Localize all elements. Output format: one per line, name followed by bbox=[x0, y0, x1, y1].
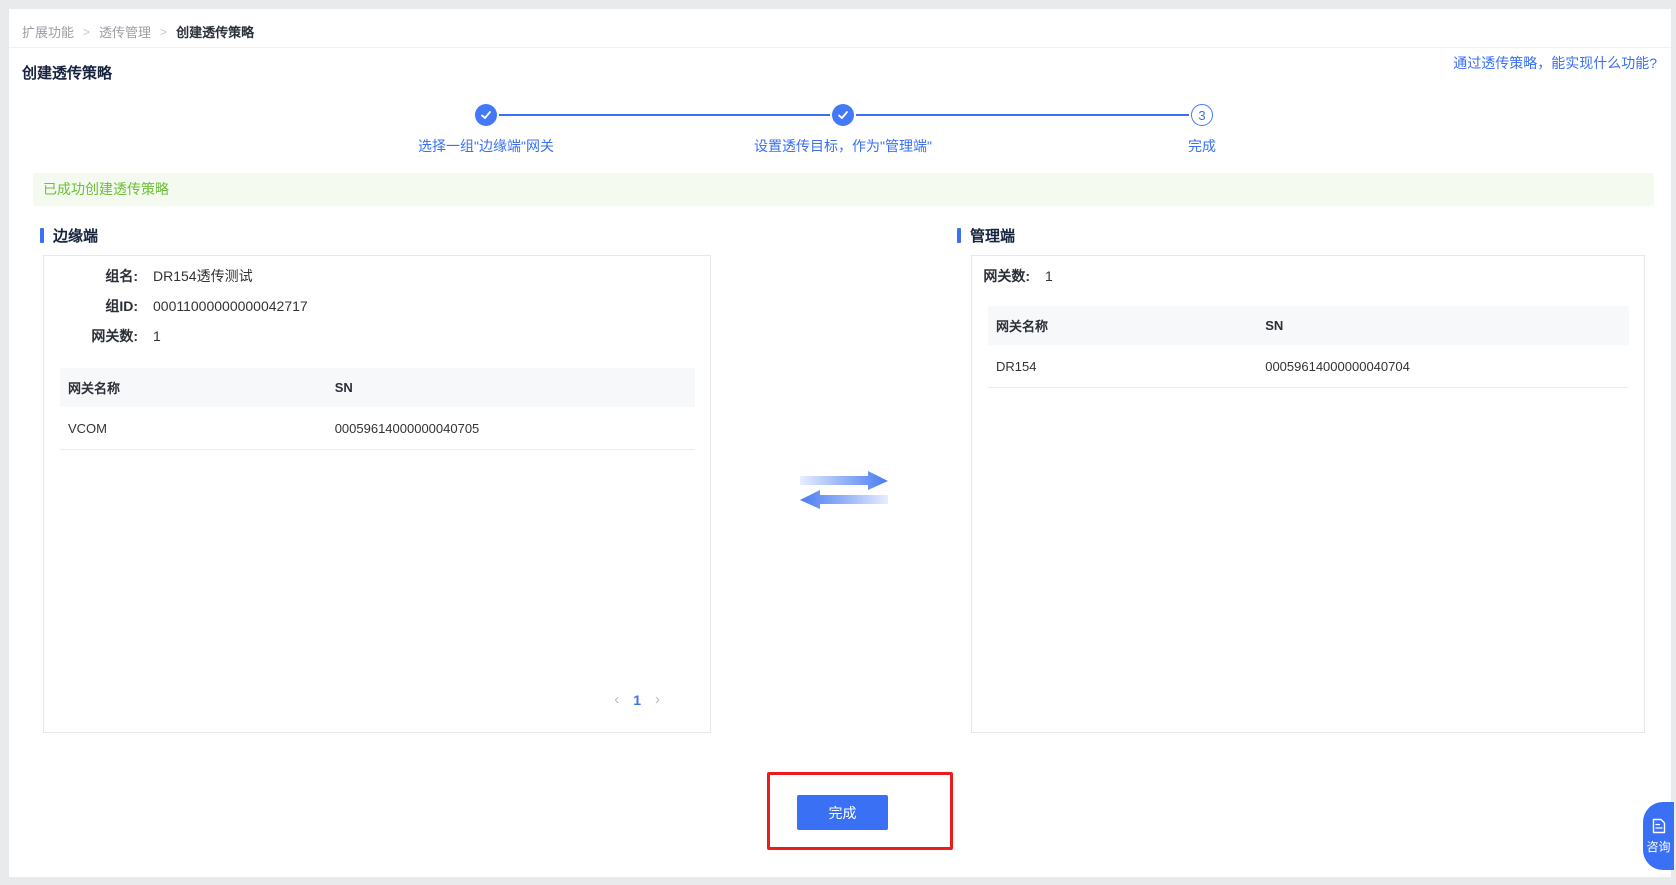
title-accent-bar bbox=[40, 228, 44, 243]
step-3-label: 完成 bbox=[1188, 136, 1216, 156]
breadcrumb-item-extensions[interactable]: 扩展功能 bbox=[22, 22, 74, 41]
table-row: VCOM 00059614000000040705 bbox=[60, 407, 695, 450]
edge-panel: 组名: DR154透传测试 组ID: 00011000000000042717 … bbox=[43, 255, 711, 733]
mgmt-panel-fields: 网关数: 1 bbox=[972, 256, 1644, 291]
field-gateway-count: 网关数: 1 bbox=[44, 321, 710, 351]
finish-button[interactable]: 完成 bbox=[797, 795, 888, 830]
col-gateway-name: 网关名称 bbox=[60, 378, 327, 397]
consult-float-button[interactable]: 咨询 bbox=[1643, 802, 1674, 870]
gateway-count-value: 1 bbox=[153, 328, 161, 344]
edge-gateway-table: 网关名称 SN VCOM 00059614000000040705 bbox=[60, 368, 695, 450]
step-2-done-icon bbox=[832, 104, 854, 126]
mgmt-panel: 网关数: 1 网关名称 SN DR154 0005961400000004070… bbox=[971, 255, 1645, 733]
step-3-number-icon: 3 bbox=[1191, 104, 1213, 126]
mgmt-section-title: 管理端 bbox=[957, 225, 1015, 246]
pagination-page-1[interactable]: 1 bbox=[633, 692, 641, 708]
pagination-prev-icon[interactable]: ‹ bbox=[614, 691, 619, 708]
group-id-label: 组ID: bbox=[44, 296, 138, 316]
breadcrumb: 扩展功能 > 透传管理 > 创建透传策略 bbox=[22, 22, 254, 41]
gateway-count-label: 网关数: bbox=[44, 326, 138, 346]
step-3-number: 3 bbox=[1198, 108, 1205, 123]
app-root: { "breadcrumb": { "separator": ">", "ite… bbox=[0, 0, 1676, 885]
consult-label: 咨询 bbox=[1646, 838, 1670, 855]
stepper-connector bbox=[499, 114, 830, 116]
step-1-done-icon bbox=[475, 104, 497, 126]
edge-section-title-text: 边缘端 bbox=[53, 225, 98, 246]
field-gateway-count: 网关数: 1 bbox=[972, 261, 1644, 291]
group-id-value: 00011000000000042717 bbox=[153, 298, 308, 314]
main-content: 扩展功能 > 透传管理 > 创建透传策略 创建透传策略 通过透传策略，能实现什么… bbox=[9, 9, 1671, 877]
stepper-connector bbox=[856, 114, 1189, 116]
gateway-name-cell: VCOM bbox=[60, 421, 327, 436]
gateway-count-label: 网关数: bbox=[972, 266, 1030, 286]
field-group-name: 组名: DR154透传测试 bbox=[44, 261, 710, 291]
table-row: DR154 00059614000000040704 bbox=[988, 345, 1629, 388]
gateway-sn-cell: 00059614000000040705 bbox=[327, 421, 695, 436]
pagination-next-icon[interactable]: › bbox=[655, 691, 660, 708]
gateway-sn-cell: 00059614000000040704 bbox=[1257, 359, 1629, 374]
check-icon bbox=[480, 109, 492, 121]
table-header-row: 网关名称 SN bbox=[988, 306, 1629, 345]
check-icon bbox=[837, 109, 849, 121]
header-divider bbox=[9, 47, 1671, 48]
mgmt-gateway-table: 网关名称 SN DR154 00059614000000040704 bbox=[988, 306, 1629, 388]
page-title: 创建透传策略 bbox=[22, 62, 112, 83]
transfer-arrows-icon bbox=[800, 469, 888, 511]
group-name-label: 组名: bbox=[44, 266, 138, 286]
document-icon bbox=[1651, 818, 1667, 834]
breadcrumb-item-passthrough-mgmt[interactable]: 透传管理 bbox=[99, 22, 151, 41]
breadcrumb-separator-icon: > bbox=[83, 25, 90, 39]
success-banner: 已成功创建透传策略 bbox=[33, 173, 1654, 206]
col-gateway-name: 网关名称 bbox=[988, 316, 1257, 335]
title-accent-bar bbox=[957, 228, 961, 243]
help-link[interactable]: 通过透传策略，能实现什么功能? bbox=[1453, 53, 1657, 73]
group-name-value: DR154透传测试 bbox=[153, 266, 253, 286]
step-2-label: 设置透传目标，作为"管理端" bbox=[754, 136, 932, 156]
breadcrumb-item-create-policy: 创建透传策略 bbox=[176, 22, 254, 41]
breadcrumb-separator-icon: > bbox=[160, 25, 167, 39]
gateway-name-cell: DR154 bbox=[988, 359, 1257, 374]
edge-panel-fields: 组名: DR154透传测试 组ID: 00011000000000042717 … bbox=[44, 256, 710, 351]
col-sn: SN bbox=[327, 380, 695, 395]
gateway-count-value: 1 bbox=[1045, 268, 1053, 284]
table-header-row: 网关名称 SN bbox=[60, 368, 695, 407]
col-sn: SN bbox=[1257, 318, 1629, 333]
mgmt-section-title-text: 管理端 bbox=[970, 225, 1015, 246]
field-group-id: 组ID: 00011000000000042717 bbox=[44, 291, 710, 321]
edge-section-title: 边缘端 bbox=[40, 225, 98, 246]
pagination: ‹ 1 › bbox=[614, 691, 660, 708]
step-1-label: 选择一组"边缘端"网关 bbox=[418, 136, 554, 156]
